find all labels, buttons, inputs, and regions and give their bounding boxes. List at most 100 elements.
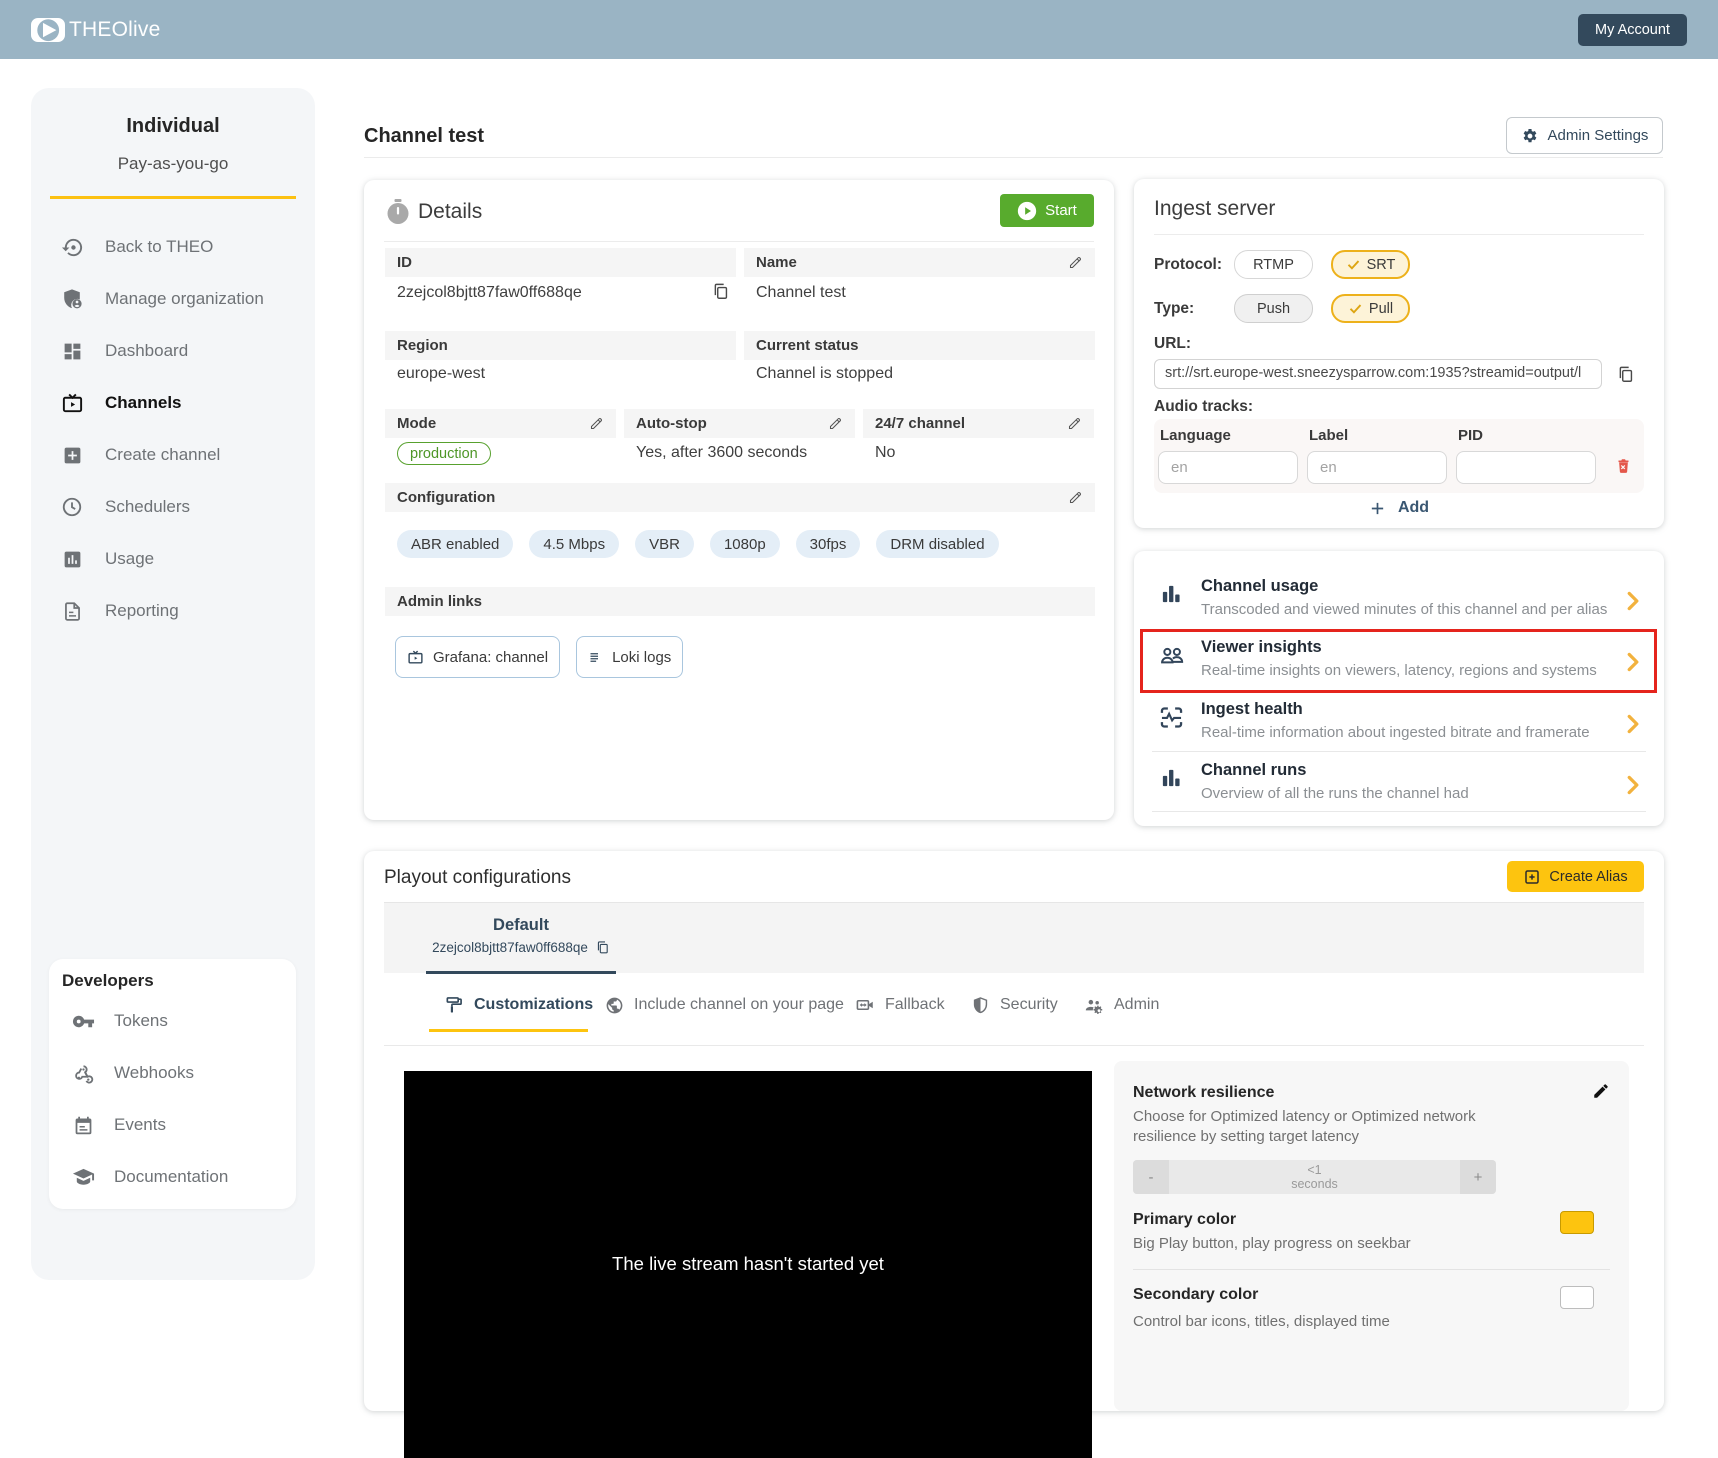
sidebar-item-usage[interactable]: Usage <box>31 533 315 585</box>
sidebar-item-label: Channels <box>105 393 182 413</box>
tab-admin[interactable]: Admin <box>1083 973 1159 1037</box>
monitor-health-icon <box>1158 704 1185 731</box>
create-alias-button[interactable]: Create Alias <box>1507 861 1644 892</box>
audio-col-pid: PID <box>1458 427 1483 444</box>
url-input[interactable]: srt://srt.europe-west.sneezysparrow.com:… <box>1154 359 1602 389</box>
tab-label: Customizations <box>474 996 593 1014</box>
webhook-icon <box>72 1062 95 1085</box>
start-label: Start <box>1045 202 1077 219</box>
nr-title: Network resilience <box>1133 1084 1274 1101</box>
admin-link-grafana-channel[interactable]: Grafana: channel <box>395 636 560 678</box>
quick-links-card: Channel usageTranscoded and viewed minut… <box>1134 551 1664 826</box>
playout-title: Playout configurations <box>384 867 571 889</box>
school-icon <box>72 1166 95 1189</box>
sidebar-item-reporting[interactable]: Reporting <box>31 585 315 637</box>
mode-value: production <box>397 442 491 465</box>
secondary-color-desc: Control bar icons, titles, displayed tim… <box>1133 1313 1610 1330</box>
secondary-color-swatch[interactable] <box>1560 1286 1594 1309</box>
playout-header: Playout configurations Create Alias <box>384 851 1644 902</box>
network-resilience-panel: Network resilienceChoose for Optimized l… <box>1114 1061 1629 1411</box>
copy-url-icon[interactable] <box>1616 365 1635 384</box>
protocol-row: Protocol:RTMPSRT <box>1154 250 1644 279</box>
admin-link-loki-logs[interactable]: Loki logs <box>576 636 683 678</box>
id-label-text: ID <box>397 254 412 271</box>
developers-item-webhooks[interactable]: Webhooks <box>49 1047 296 1099</box>
region-value: europe-west <box>397 365 485 383</box>
secondary-color-row: Secondary colorControl bar icons, titles… <box>1133 1286 1610 1330</box>
edit-ch247-icon[interactable] <box>1067 416 1082 431</box>
my-account-button[interactable]: My Account <box>1578 14 1687 46</box>
shield-icon <box>971 996 990 1015</box>
tab-customizations[interactable]: Customizations <box>444 973 593 1037</box>
type-push-button[interactable]: Push <box>1234 294 1313 323</box>
sidebar-item-back-to-theo[interactable]: Back to THEO <box>31 221 315 273</box>
edit-name-icon[interactable] <box>1068 255 1083 270</box>
quick-link-channel-runs[interactable]: Channel runsOverview of all the runs the… <box>1134 757 1664 818</box>
globe-icon <box>605 996 624 1015</box>
copy-id-icon[interactable] <box>711 282 730 301</box>
quick-links-divider <box>1152 690 1646 691</box>
quick-links-divider <box>1152 629 1646 630</box>
copy-alias-id-icon[interactable] <box>595 940 610 955</box>
people-icon <box>1158 642 1186 670</box>
quick-link-viewer-insights[interactable]: Viewer insightsReal-time insights on vie… <box>1134 634 1664 695</box>
developers-title: Developers <box>62 971 296 991</box>
sidebar-item-dashboard[interactable]: Dashboard <box>31 325 315 377</box>
type-pull-button[interactable]: Pull <box>1331 294 1410 323</box>
stopwatch-icon <box>386 199 410 225</box>
chevron-right-icon <box>1626 773 1639 797</box>
quick-link-title: Channel runs <box>1201 761 1306 780</box>
channels-icon <box>60 391 84 415</box>
school-icon <box>71 1165 95 1189</box>
latency-stepper: -<1seconds+ <box>1133 1160 1496 1194</box>
quick-link-ingest-health[interactable]: Ingest healthReal-time information about… <box>1134 696 1664 757</box>
sidebar-item-schedulers[interactable]: Schedulers <box>31 481 315 533</box>
audio-pid-input[interactable] <box>1456 451 1596 484</box>
edit-configuration-icon[interactable] <box>1068 490 1083 505</box>
tab-include-channel[interactable]: Include channel on your page <box>605 973 844 1037</box>
alias-id: 2zejcol8bjtt87faw0ff688qe <box>432 940 588 955</box>
bar-chart-icon <box>1158 581 1186 609</box>
id-value: 2zejcol8bjtt87faw0ff688qe <box>397 284 582 302</box>
quick-link-channel-usage[interactable]: Channel usageTranscoded and viewed minut… <box>1134 573 1664 634</box>
type-label: Type: <box>1154 300 1234 318</box>
plus-box-icon <box>60 443 84 467</box>
history-icon <box>60 235 84 259</box>
bar-chart-icon <box>1158 581 1184 607</box>
alias-id-row: 2zejcol8bjtt87faw0ff688qe <box>426 940 616 955</box>
alias-tab-default[interactable]: Default2zejcol8bjtt87faw0ff688qe <box>426 903 616 974</box>
audio-language-input[interactable] <box>1158 451 1298 484</box>
name-label-text: Name <box>756 254 797 271</box>
edit-autostop-icon[interactable] <box>828 416 843 431</box>
sidebar-item-label: Create channel <box>105 445 220 465</box>
organization-icon <box>60 287 84 311</box>
protocol-srt-button[interactable]: SRT <box>1331 250 1410 279</box>
sidebar-item-manage-organization[interactable]: Manage organization <box>31 273 315 325</box>
edit-network-resilience-icon[interactable] <box>1592 1082 1610 1100</box>
webhook-icon <box>71 1061 95 1085</box>
chevron-right-icon <box>1626 589 1639 613</box>
pencil-icon <box>1068 490 1083 505</box>
sidebar-item-create-channel[interactable]: Create channel <box>31 429 315 481</box>
configuration-label-text: Configuration <box>397 489 495 506</box>
tab-security[interactable]: Security <box>971 973 1058 1037</box>
developers-item-events[interactable]: Events <box>49 1099 296 1151</box>
delete-track-icon[interactable] <box>1616 457 1631 474</box>
developers-item-documentation[interactable]: Documentation <box>49 1151 296 1203</box>
key-icon <box>71 1009 95 1033</box>
url-row: srt://srt.europe-west.sneezysparrow.com:… <box>1154 359 1644 389</box>
sidebar-item-channels[interactable]: Channels <box>31 377 315 429</box>
chevron-right-icon <box>1626 773 1639 797</box>
protocol-rtmp-button[interactable]: RTMP <box>1234 250 1313 279</box>
primary-color-swatch[interactable] <box>1560 1211 1594 1234</box>
audio-col-label: Label <box>1309 427 1348 444</box>
stepper-plus-button[interactable]: + <box>1460 1160 1496 1194</box>
developers-item-tokens[interactable]: Tokens <box>49 995 296 1047</box>
admin-settings-button[interactable]: Admin Settings <box>1506 117 1663 154</box>
edit-mode-icon[interactable] <box>589 416 604 431</box>
add-track-button[interactable]: Add <box>1154 499 1644 517</box>
tab-fallback[interactable]: Fallback <box>855 973 945 1037</box>
start-button[interactable]: Start <box>1000 194 1094 227</box>
pencil-filled-icon <box>1592 1082 1610 1100</box>
audio-label-input[interactable] <box>1307 451 1447 484</box>
